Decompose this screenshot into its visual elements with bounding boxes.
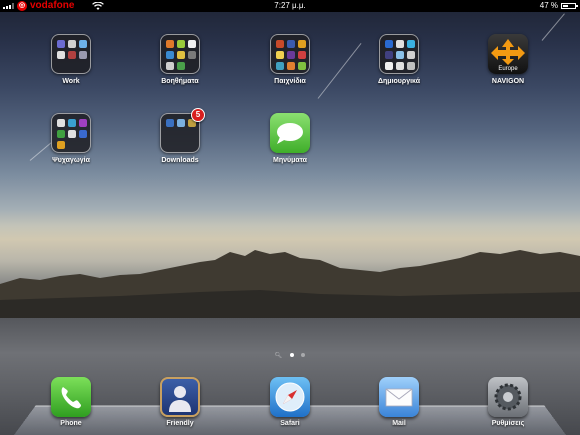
- battery-icon: [561, 3, 578, 9]
- search-page-icon[interactable]: 🔍︎: [275, 353, 283, 359]
- messages-icon: [270, 113, 310, 153]
- folder-icon: [51, 113, 91, 153]
- app-label: Mail: [392, 420, 406, 427]
- navigon-sub-label: Europe: [498, 66, 518, 72]
- settings-icon: [488, 377, 528, 417]
- folder-psyxagogia[interactable]: Ψυχαγωγία: [36, 113, 106, 164]
- app-label: Safari: [280, 420, 300, 427]
- battery-percent: 47 %: [539, 1, 558, 10]
- wallpaper-mountains: [0, 250, 580, 320]
- folder-downloads[interactable]: 5 Downloads: [145, 108, 215, 164]
- dock-app-settings[interactable]: Ρυθμίσεις: [473, 377, 543, 427]
- app-navigon[interactable]: Europe NAVIGON: [473, 34, 543, 85]
- app-label: Ρυθμίσεις: [491, 420, 525, 427]
- dock-app-phone[interactable]: Phone: [36, 377, 106, 427]
- app-label: Μηνύματα: [273, 157, 307, 164]
- folder-icon: [160, 34, 200, 74]
- meteor-streak: [541, 13, 565, 41]
- folder-dimiourgika[interactable]: Δημιουργικά: [364, 34, 434, 85]
- home-screen: ◎ vodafone 7:27 μ.μ. 47 % Work Βοηθήματα: [0, 0, 580, 435]
- app-label: Downloads: [161, 157, 199, 164]
- app-label: Βοηθήματα: [161, 78, 199, 85]
- dock-app-mail[interactable]: Mail: [364, 377, 434, 427]
- app-label: Δημιουργικά: [377, 78, 421, 85]
- folder-voithimata[interactable]: Βοηθήματα: [145, 34, 215, 85]
- dock-app-friendly[interactable]: Friendly: [145, 377, 215, 427]
- app-label: Friendly: [166, 420, 194, 427]
- app-label: Work: [62, 78, 80, 85]
- friendly-icon: [160, 377, 200, 417]
- status-clock: 7:27 μ.μ.: [274, 1, 306, 10]
- mail-icon: [379, 377, 419, 417]
- app-label: Phone: [60, 420, 82, 427]
- page-dot-active[interactable]: [289, 353, 294, 357]
- app-label: NAVIGON: [491, 78, 525, 85]
- page-dot[interactable]: [301, 353, 306, 357]
- app-label: Παιχνίδια: [274, 78, 306, 85]
- navigon-icon: Europe: [488, 34, 528, 74]
- page-indicator[interactable]: 🔍︎: [0, 353, 580, 359]
- app-label: Ψυχαγωγία: [52, 157, 90, 164]
- phone-icon: [51, 377, 91, 417]
- notification-badge: 5: [191, 108, 205, 122]
- status-bar: ◎ vodafone 7:27 μ.μ. 47 %: [0, 0, 580, 12]
- folder-icon: [270, 34, 310, 74]
- app-messages[interactable]: Μηνύματα: [255, 113, 325, 164]
- folder-work[interactable]: Work: [36, 34, 106, 85]
- folder-icon: [379, 34, 419, 74]
- folder-icon: 5: [160, 108, 205, 153]
- folder-icon: [51, 34, 91, 74]
- dock-app-safari[interactable]: Safari: [255, 377, 325, 427]
- safari-icon: [270, 377, 310, 417]
- folder-paixnidia[interactable]: Παιχνίδια: [255, 34, 325, 85]
